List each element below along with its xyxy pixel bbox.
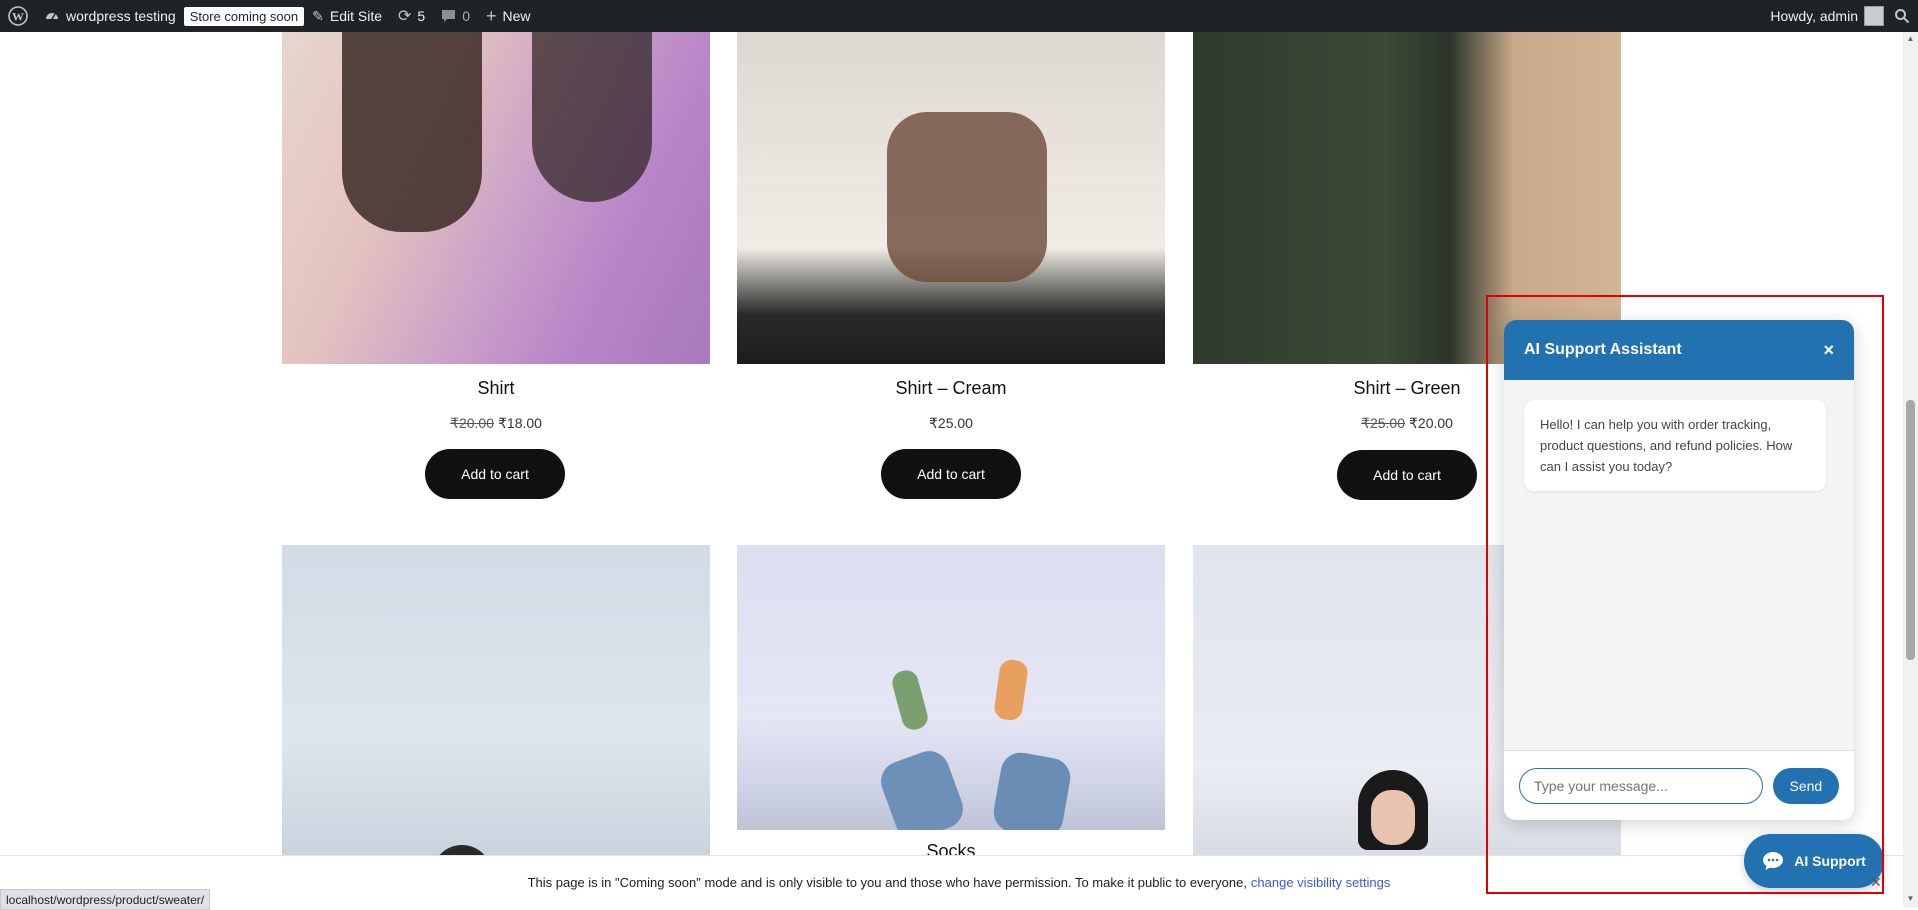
regular-price: ₹25.00 <box>929 415 973 431</box>
product-price: ₹25.00 <box>737 415 1165 432</box>
comment-icon <box>442 10 456 22</box>
edit-site-link[interactable]: ✎ Edit Site <box>304 0 390 32</box>
store-status-badge[interactable]: Store coming soon <box>183 6 305 26</box>
sale-price: ₹20.00 <box>1409 415 1453 431</box>
product-image-shirt[interactable] <box>282 32 710 364</box>
new-content-link[interactable]: + New <box>478 0 539 32</box>
sale-price: ₹18.00 <box>498 415 542 431</box>
edit-site-label: Edit Site <box>329 8 382 24</box>
updates-count: 5 <box>417 8 426 24</box>
new-label: New <box>502 8 531 24</box>
add-to-cart-button[interactable]: Add to cart <box>425 449 565 499</box>
wordpress-logo-menu[interactable]: W <box>0 0 36 32</box>
site-name-menu[interactable]: wordpress testing <box>36 0 184 32</box>
brush-icon: ✎ <box>312 7 324 24</box>
old-price: ₹25.00 <box>1361 415 1405 431</box>
avatar <box>1864 6 1884 26</box>
product-price: ₹20.00 ₹18.00 <box>282 415 710 432</box>
product-image-socks[interactable] <box>737 545 1165 830</box>
scroll-down-icon[interactable]: ▼ <box>1906 894 1915 903</box>
admin-bar: W wordpress testing Store coming soon ✎ … <box>0 0 1918 32</box>
change-visibility-link[interactable]: change visibility settings <box>1251 875 1390 890</box>
product-image-shirt-cream[interactable] <box>737 32 1165 364</box>
add-to-cart-button[interactable]: Add to cart <box>1337 450 1477 500</box>
product-title[interactable]: Shirt – Cream <box>737 378 1165 399</box>
svg-text:W: W <box>12 10 24 24</box>
account-menu[interactable]: Howdy, admin <box>1770 0 1884 32</box>
add-to-cart-button[interactable]: Add to cart <box>881 449 1021 499</box>
highlight-frame <box>1486 295 1884 894</box>
comments-link[interactable]: 0 <box>433 0 478 32</box>
search-icon[interactable] <box>1894 8 1910 24</box>
status-bar-url: localhost/wordpress/product/sweater/ <box>0 889 211 910</box>
updates-link[interactable]: ⟳ 5 <box>390 0 433 32</box>
comments-count: 0 <box>462 8 470 24</box>
product-image-4[interactable] <box>282 545 710 865</box>
product-title[interactable]: Shirt <box>282 378 710 399</box>
scroll-thumb[interactable] <box>1906 400 1915 660</box>
coming-soon-text: This page is in "Coming soon" mode and i… <box>527 875 1247 890</box>
updates-icon: ⟳ <box>398 8 412 25</box>
old-price: ₹20.00 <box>450 415 494 431</box>
howdy-label: Howdy, admin <box>1770 8 1858 24</box>
wordpress-logo-icon: W <box>8 6 28 26</box>
plus-icon: + <box>486 5 497 26</box>
dashboard-icon <box>46 13 58 20</box>
scroll-up-icon[interactable]: ▲ <box>1906 34 1915 43</box>
page-scrollbar[interactable]: ▲ ▼ <box>1903 32 1918 908</box>
site-name: wordpress testing <box>66 8 176 24</box>
